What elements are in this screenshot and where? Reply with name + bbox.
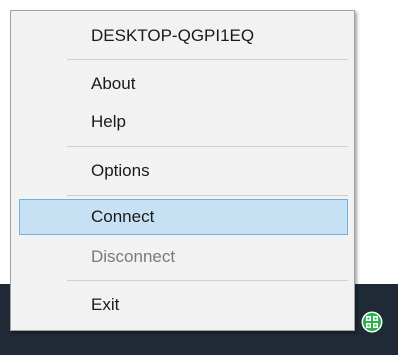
menu-item-options[interactable]: Options bbox=[19, 153, 348, 189]
menu-item-help[interactable]: Help bbox=[19, 104, 348, 140]
remote-app-tray-icon[interactable] bbox=[361, 311, 383, 333]
menu-item-about[interactable]: About bbox=[19, 66, 348, 102]
menu-separator bbox=[67, 280, 348, 281]
menu-item-connect[interactable]: Connect bbox=[19, 199, 348, 235]
menu-item-exit[interactable]: Exit bbox=[19, 287, 348, 323]
menu-separator bbox=[67, 146, 348, 147]
tray-context-menu: DESKTOP-QGPI1EQ About Help Options Conne… bbox=[10, 10, 355, 331]
menu-separator bbox=[67, 59, 348, 60]
menu-separator bbox=[67, 195, 348, 196]
menu-item-disconnect: Disconnect bbox=[91, 247, 176, 266]
menu-header-computer-name: DESKTOP-QGPI1EQ bbox=[91, 26, 255, 45]
